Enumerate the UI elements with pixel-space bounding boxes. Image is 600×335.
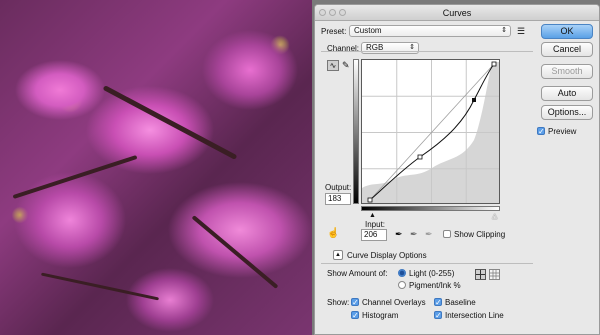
- curve-point[interactable]: [491, 61, 497, 67]
- curve-graph[interactable]: [361, 59, 500, 204]
- light-label: Light (0-255): [409, 269, 455, 278]
- grid-4-icon[interactable]: [475, 269, 486, 280]
- input-label: Input:: [365, 220, 386, 229]
- curve-display-options-label: Curve Display Options: [347, 251, 427, 260]
- channel-select[interactable]: RGB ⇕: [361, 42, 419, 54]
- intersection-line-checkbox[interactable]: ✓: [434, 311, 442, 320]
- white-point-slider-icon[interactable]: △: [492, 212, 497, 220]
- baseline-label: Baseline: [445, 298, 476, 307]
- chevron-updown-icon: ⇕: [501, 27, 507, 34]
- histogram-label: Histogram: [362, 311, 399, 320]
- black-eyedropper-icon[interactable]: ✒: [395, 229, 403, 239]
- preset-label: Preset:: [321, 27, 347, 36]
- target-adjust-icon[interactable]: ☝: [327, 229, 339, 239]
- photo-canvas: [0, 0, 312, 335]
- window-controls: [319, 9, 346, 16]
- grid-10-svg: [490, 270, 499, 279]
- preset-options-icon[interactable]: ☰: [517, 26, 525, 36]
- dialog-titlebar: Curves: [315, 5, 599, 21]
- light-radio[interactable]: [398, 269, 406, 277]
- output-gradient-bar: [353, 59, 359, 204]
- pigment-radio[interactable]: [398, 281, 406, 289]
- show-label: Show:: [327, 298, 350, 307]
- pencil-icon[interactable]: ✎: [342, 60, 350, 70]
- preset-value: Custom: [354, 26, 382, 35]
- branch: [102, 85, 238, 160]
- input-gradient-bar: [361, 206, 500, 211]
- baseline-checkbox[interactable]: ✓: [434, 298, 442, 307]
- curves-dialog: Curves Preset: Custom ⇕ ☰ OK Cancel Smoo…: [314, 4, 600, 335]
- options-button[interactable]: Options...: [541, 105, 593, 120]
- pigment-label: Pigment/Ink %: [409, 281, 461, 290]
- output-label: Output:: [325, 183, 352, 192]
- input-field[interactable]: 206: [361, 229, 387, 241]
- curve-point[interactable]: [367, 197, 373, 203]
- gray-eyedropper-icon[interactable]: ✒: [410, 229, 418, 239]
- show-clipping-checkbox[interactable]: [443, 230, 451, 238]
- auto-button[interactable]: Auto: [541, 86, 593, 101]
- histogram-checkbox[interactable]: ✓: [351, 311, 359, 320]
- smooth-button[interactable]: Smooth: [541, 64, 593, 79]
- channel-overlays-label: Channel Overlays: [362, 298, 426, 307]
- curve-point-icon[interactable]: ∿: [327, 60, 339, 71]
- disclosure-triangle-icon[interactable]: ▲: [333, 250, 343, 260]
- branch: [12, 155, 138, 199]
- intersection-line-label: Intersection Line: [445, 311, 504, 320]
- black-point-slider-icon[interactable]: ▲: [369, 212, 376, 219]
- white-eyedropper-icon[interactable]: ✒: [425, 229, 433, 239]
- preview-checkbox[interactable]: ✓: [537, 127, 545, 136]
- channel-overlays-checkbox[interactable]: ✓: [351, 298, 359, 307]
- divider: [321, 263, 533, 264]
- preview-label: Preview: [548, 127, 577, 136]
- branch: [40, 272, 160, 301]
- curve-point-selected[interactable]: [472, 98, 476, 102]
- show-amount-label: Show Amount of:: [327, 269, 388, 278]
- ok-button[interactable]: OK: [541, 24, 593, 39]
- curve-point[interactable]: [417, 154, 423, 160]
- cancel-button[interactable]: Cancel: [541, 42, 593, 57]
- divider: [321, 51, 533, 52]
- dialog-title: Curves: [442, 8, 472, 18]
- grid-4-svg: [476, 270, 485, 279]
- preset-select[interactable]: Custom ⇕: [349, 25, 511, 37]
- branch: [191, 215, 279, 289]
- grid-10-icon[interactable]: [489, 269, 500, 280]
- output-field[interactable]: 183: [325, 193, 351, 205]
- show-clipping-label: Show Clipping: [454, 230, 506, 239]
- curve-svg: [362, 60, 499, 203]
